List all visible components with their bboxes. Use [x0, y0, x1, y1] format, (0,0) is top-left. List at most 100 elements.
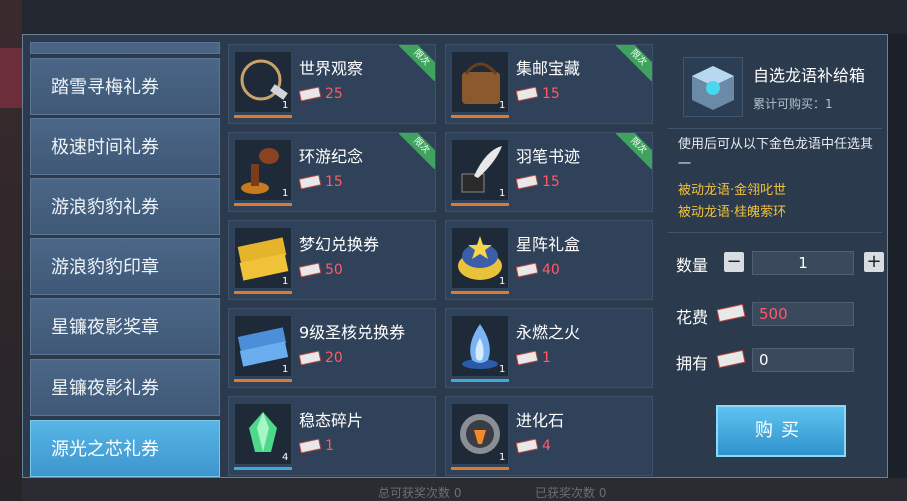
item-quantity: 1	[499, 276, 506, 287]
coupon-currency-icon	[299, 263, 321, 277]
item-price: 1	[325, 438, 334, 454]
item-quantity: 1	[499, 188, 506, 199]
coupon-currency-icon	[516, 175, 538, 189]
limited-ribbon: 限次	[399, 45, 435, 81]
limited-ribbon: 限次	[616, 45, 652, 81]
increase-quantity-button[interactable]: +	[864, 252, 884, 272]
shop-item[interactable]: 1 星阵礼盒 40	[445, 220, 653, 300]
tab-youlang-coupon[interactable]: 游浪豹豹礼券	[30, 178, 220, 235]
tab-yuanguang-coupon[interactable]: 源光之芯礼券	[30, 420, 220, 477]
item-quality-bar	[234, 115, 292, 118]
coupon-currency-icon	[299, 351, 321, 365]
item-quantity: 1	[499, 452, 506, 463]
total-reward-count: 总可获奖次数 0	[378, 486, 462, 500]
tab-label: 星镰夜影礼券	[51, 378, 159, 399]
detail-description: 使用后可从以下金色龙语中任选其一	[678, 137, 874, 172]
buy-button[interactable]: 购买	[716, 405, 846, 457]
divider	[668, 128, 882, 129]
item-price: 4	[542, 438, 551, 454]
tab-youlang-seal[interactable]: 游浪豹豹印章	[30, 238, 220, 295]
tab-label: 源光之芯礼券	[51, 439, 159, 460]
item-name: 永燃之火	[516, 323, 581, 342]
item-name: 世界观察	[299, 59, 364, 78]
option-item: 被动龙语·桂魄萦环	[678, 205, 787, 220]
coupon-currency-icon	[516, 263, 538, 277]
tab-list-top-cap	[30, 42, 220, 54]
item-quantity: 1	[282, 188, 289, 199]
shop-item[interactable]: 4 稳态碎片 1	[228, 396, 436, 476]
item-price: 15	[542, 86, 560, 102]
cost-value: 500	[752, 302, 854, 326]
background-left-stripe	[0, 48, 22, 108]
item-price: 40	[542, 262, 560, 278]
item-price: 50	[325, 262, 343, 278]
shop-item[interactable]: 1 进化石 4	[445, 396, 653, 476]
tab-label: 踏雪寻梅礼券	[51, 77, 159, 98]
shop-item[interactable]: 1 梦幻兑换券 50	[228, 220, 436, 300]
item-quantity: 1	[499, 100, 506, 111]
item-name: 星阵礼盒	[516, 235, 581, 254]
shop-item[interactable]: 1 永燃之火 1	[445, 308, 653, 388]
cost-label: 花费	[676, 308, 709, 327]
item-quality-bar	[234, 203, 292, 206]
coupon-currency-icon	[516, 87, 538, 101]
tab-xinglian-medal[interactable]: 星镰夜影奖章	[30, 298, 220, 355]
item-price: 25	[325, 86, 343, 102]
tab-xinglian-coupon[interactable]: 星镰夜影礼券	[30, 359, 220, 416]
item-quality-bar	[451, 203, 509, 206]
coupon-currency-icon	[716, 350, 746, 368]
item-price: 20	[325, 350, 343, 366]
shop-item[interactable]: 1 集邮宝藏 15 限次	[445, 44, 653, 124]
shop-item[interactable]: 1 环游纪念 15 限次	[228, 132, 436, 212]
coupon-currency-icon	[299, 175, 321, 189]
coupon-tab-list: 踏雪寻梅礼券 极速时间礼券 游浪豹豹礼券 游浪豹豹印章 星镰夜影奖章 星镰夜影礼…	[30, 42, 220, 480]
limited-ribbon: 限次	[616, 133, 652, 169]
shop-item[interactable]: 1 羽笔书迹 15 限次	[445, 132, 653, 212]
purchase-limit: 累计可购买：1	[753, 97, 833, 111]
owned-label: 拥有	[676, 354, 709, 373]
item-quantity: 1	[499, 364, 506, 375]
item-name: 羽笔书迹	[516, 147, 581, 166]
item-quantity: 1	[282, 276, 289, 287]
quantity-input[interactable]: 1	[752, 251, 854, 275]
item-quantity: 1	[282, 364, 289, 375]
item-name: 环游纪念	[299, 147, 364, 166]
item-quantity: 1	[282, 100, 289, 111]
divider	[668, 232, 882, 233]
shop-item[interactable]: 1 世界观察 25 限次	[228, 44, 436, 124]
detail-thumbnail	[683, 57, 743, 117]
coupon-currency-icon	[299, 87, 321, 101]
background-top-bar	[0, 0, 907, 34]
tab-jisu-shijian[interactable]: 极速时间礼券	[30, 118, 220, 175]
tab-label: 星镰夜影奖章	[51, 317, 159, 338]
item-name: 梦幻兑换券	[299, 235, 380, 254]
item-quality-bar	[234, 467, 292, 470]
coupon-currency-icon	[299, 439, 321, 453]
item-price: 15	[542, 174, 560, 190]
tab-label: 游浪豹豹礼券	[51, 197, 159, 218]
item-quality-bar	[451, 379, 509, 382]
item-name: 稳态碎片	[299, 411, 364, 430]
item-quality-bar	[451, 467, 509, 470]
tab-taxue-xunmei[interactable]: 踏雪寻梅礼券	[30, 58, 220, 115]
option-item: 被动龙语·金翎叱世	[678, 183, 787, 198]
shop-item[interactable]: 1 9级圣核兑换券 20	[228, 308, 436, 388]
received-reward-count: 已获奖次数 0	[535, 486, 607, 500]
coupon-currency-icon	[516, 439, 538, 453]
item-detail-panel: 自选龙语补给箱 累计可购买：1 使用后可从以下金色龙语中任选其一 被动龙语·金翎…	[668, 42, 884, 480]
tab-label: 游浪豹豹印章	[51, 257, 159, 278]
item-quality-bar	[234, 291, 292, 294]
quantity-label: 数量	[676, 256, 709, 275]
decrease-quantity-button[interactable]: −	[724, 252, 744, 272]
item-quality-bar	[451, 291, 509, 294]
item-name: 9级圣核兑换券	[299, 323, 406, 342]
coupon-currency-icon	[516, 351, 538, 365]
item-quality-bar	[234, 379, 292, 382]
item-name: 集邮宝藏	[516, 59, 581, 78]
item-price: 1	[542, 350, 551, 366]
detail-title: 自选龙语补给箱	[753, 66, 866, 85]
item-quality-bar	[451, 115, 509, 118]
supply-box-icon	[692, 66, 734, 110]
limited-ribbon: 限次	[399, 133, 435, 169]
owned-value: 0	[752, 348, 854, 372]
